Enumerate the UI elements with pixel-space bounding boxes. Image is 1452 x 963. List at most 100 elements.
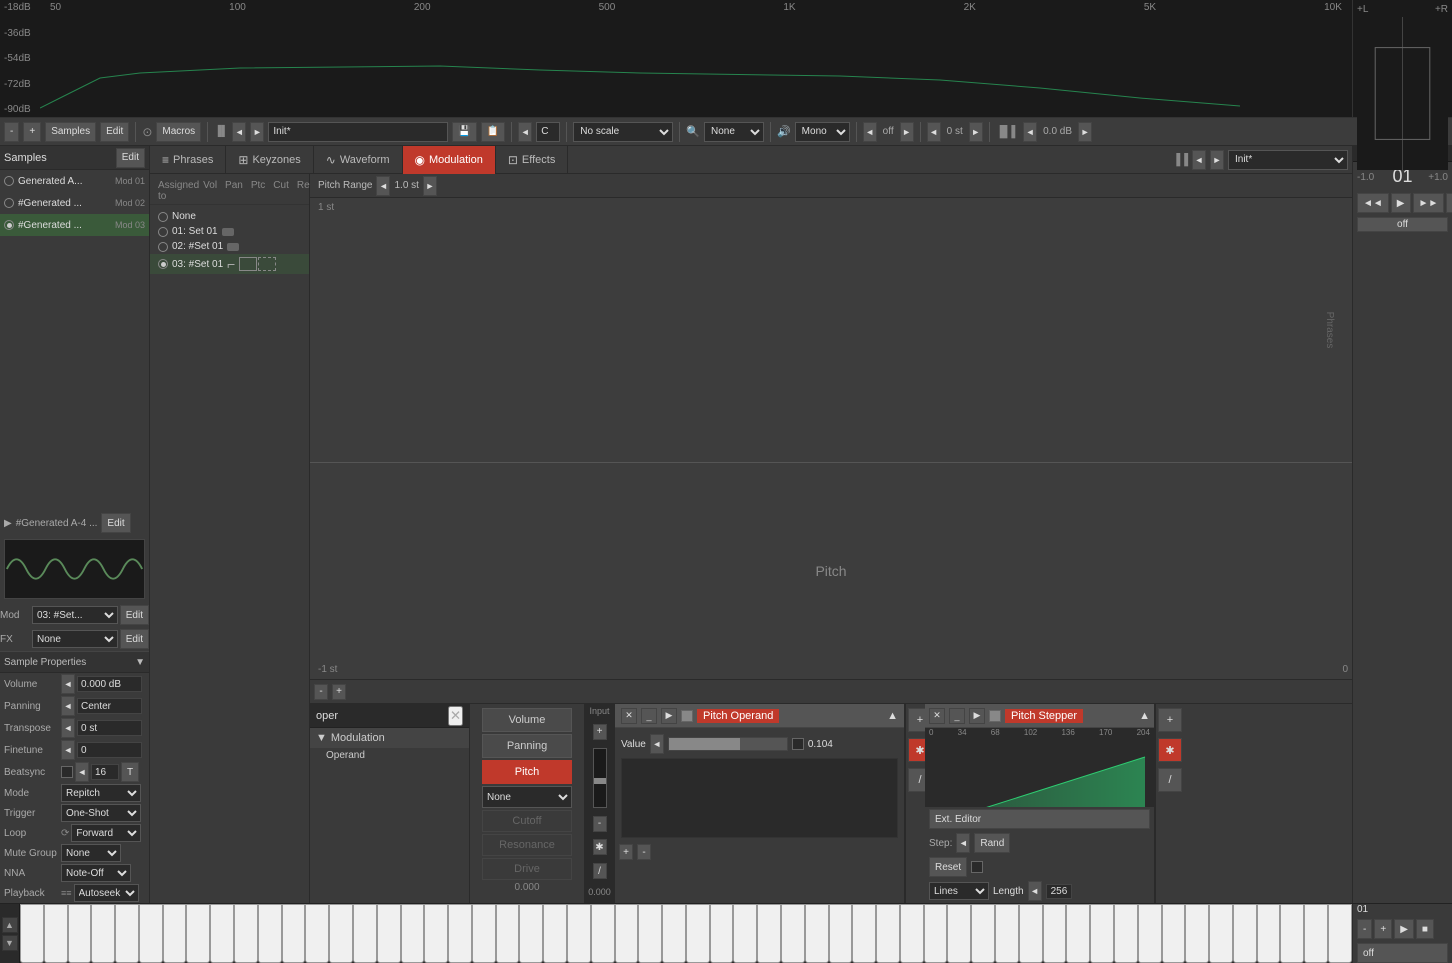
mod-select[interactable]: 03: #Set... xyxy=(32,606,118,624)
white-key[interactable] xyxy=(733,904,757,963)
assigned-none[interactable]: None xyxy=(150,209,309,224)
init-arrow-right[interactable]: ► xyxy=(250,122,264,142)
step-left[interactable]: ◄ xyxy=(956,833,970,853)
operand-expand-btn[interactable]: ▲ xyxy=(887,710,898,722)
white-key[interactable] xyxy=(924,904,948,963)
phrase-play-btn[interactable]: ▶ xyxy=(1391,193,1411,213)
white-key[interactable] xyxy=(115,904,139,963)
reset-btn[interactable]: Reset xyxy=(929,857,967,877)
sample-item-2[interactable]: #Generated ... Mod 02 xyxy=(0,192,149,214)
stepper-expand-btn[interactable]: ▲ xyxy=(1139,710,1150,722)
white-key[interactable] xyxy=(686,904,710,963)
key-arrow-left[interactable]: ◄ xyxy=(518,122,532,142)
white-key[interactable] xyxy=(1019,904,1043,963)
white-key[interactable] xyxy=(805,904,829,963)
pitch-range-right[interactable]: ► xyxy=(423,176,437,196)
piano-plus-btn[interactable]: + xyxy=(1374,919,1392,939)
lines-select[interactable]: Lines xyxy=(929,882,989,900)
tab-init-right[interactable]: ► xyxy=(1210,150,1224,170)
finetune-left[interactable]: ◄ xyxy=(61,740,75,760)
oper-operand-item[interactable]: Operand xyxy=(310,748,469,763)
stepper-enable-cb[interactable] xyxy=(989,710,1001,722)
db-arrow-right[interactable]: ► xyxy=(1078,122,1092,142)
assigned-set03[interactable]: 03: #Set 01 ⌐ xyxy=(150,254,309,274)
white-key[interactable] xyxy=(424,904,448,963)
none-type-select[interactable]: None xyxy=(482,786,572,808)
loop-select[interactable]: Forward xyxy=(71,824,141,842)
sample-item-3[interactable]: #Generated ... Mod 03 xyxy=(0,214,149,236)
pitch-minus-btn[interactable]: - xyxy=(314,684,328,700)
white-key[interactable] xyxy=(472,904,496,963)
mono-select[interactable]: Mono xyxy=(795,122,850,142)
input-plus-btn[interactable]: + xyxy=(593,724,607,740)
white-key[interactable] xyxy=(638,904,662,963)
white-key[interactable] xyxy=(1280,904,1304,963)
white-key[interactable] xyxy=(163,904,187,963)
white-key[interactable] xyxy=(139,904,163,963)
input-slider[interactable] xyxy=(593,748,607,808)
assigned-set02[interactable]: 02: #Set 01 xyxy=(150,239,309,254)
white-key[interactable] xyxy=(995,904,1019,963)
mod-edit-btn[interactable]: Edit xyxy=(120,605,149,625)
white-key[interactable] xyxy=(210,904,234,963)
panning-btn[interactable]: Panning xyxy=(482,734,572,758)
scale-select[interactable]: No scale xyxy=(573,122,673,142)
operand-min-btn[interactable]: _ xyxy=(641,708,657,724)
white-key[interactable] xyxy=(757,904,781,963)
init-export-btn[interactable]: 📋 xyxy=(481,122,505,142)
off-arrow-left[interactable]: ◄ xyxy=(863,122,877,142)
tab-modulation[interactable]: ◉ Modulation xyxy=(403,146,496,174)
white-key[interactable] xyxy=(1209,904,1233,963)
white-key[interactable] xyxy=(282,904,306,963)
rand-btn[interactable]: Rand xyxy=(974,833,1010,853)
white-key[interactable] xyxy=(710,904,734,963)
playback-select[interactable]: Autoseek xyxy=(74,884,139,902)
input-minus-btn[interactable]: - xyxy=(593,816,607,832)
sidebar-edit-btn[interactable]: Edit xyxy=(116,148,145,168)
white-key[interactable] xyxy=(615,904,639,963)
white-key[interactable] xyxy=(852,904,876,963)
nna-select[interactable]: Note-Off xyxy=(61,864,131,882)
st-rv-slash[interactable]: / xyxy=(1158,768,1182,792)
white-key[interactable] xyxy=(1090,904,1114,963)
white-key[interactable] xyxy=(1043,904,1067,963)
piano-down-btn[interactable]: ▼ xyxy=(2,935,18,951)
current-edit-btn[interactable]: Edit xyxy=(101,513,130,533)
white-key[interactable] xyxy=(1114,904,1138,963)
white-key[interactable] xyxy=(258,904,282,963)
fx-edit-btn[interactable]: Edit xyxy=(120,629,149,649)
operand-enable-cb[interactable] xyxy=(681,710,693,722)
macros-button[interactable]: Macros xyxy=(156,122,201,142)
white-key[interactable] xyxy=(353,904,377,963)
edit-button[interactable]: Edit xyxy=(100,122,129,142)
tab-waveform[interactable]: ∿ Waveform xyxy=(314,146,403,174)
mute-select[interactable]: None xyxy=(61,844,121,862)
piano-keys[interactable] xyxy=(20,904,1352,963)
piano-stop-btn[interactable]: ■ xyxy=(1416,919,1434,939)
samples-button[interactable]: Samples xyxy=(45,122,96,142)
stepper-close-btn[interactable]: ✕ xyxy=(929,708,945,724)
white-key[interactable] xyxy=(91,904,115,963)
assigned-set01[interactable]: 01: Set 01 xyxy=(150,224,309,239)
piano-up-btn[interactable]: ▲ xyxy=(2,917,18,933)
operand-play-btn[interactable]: ▶ xyxy=(661,708,677,724)
phrase-fwd-btn[interactable]: ►► xyxy=(1413,193,1445,213)
white-key[interactable] xyxy=(68,904,92,963)
tab-keyzones[interactable]: ⊞ Keyzones xyxy=(226,146,313,174)
add-button[interactable]: + xyxy=(23,122,41,142)
white-key[interactable] xyxy=(1185,904,1209,963)
st-arrow-left[interactable]: ◄ xyxy=(927,122,941,142)
oper-close-btn[interactable]: ✕ xyxy=(448,706,463,726)
stepper-min-btn[interactable]: _ xyxy=(949,708,965,724)
white-key[interactable] xyxy=(900,904,924,963)
st-rv-star[interactable]: ✱ xyxy=(1158,738,1182,762)
st-arrow-right[interactable]: ► xyxy=(969,122,983,142)
white-key[interactable] xyxy=(662,904,686,963)
white-key[interactable] xyxy=(1328,904,1352,963)
pitch-btn[interactable]: Pitch xyxy=(482,760,572,784)
stepper-play-btn[interactable]: ▶ xyxy=(969,708,985,724)
white-key[interactable] xyxy=(44,904,68,963)
op-plus-btn[interactable]: + xyxy=(619,844,633,860)
beatsync-left[interactable]: ◄ xyxy=(75,762,89,782)
volume-btn[interactable]: Volume xyxy=(482,708,572,732)
